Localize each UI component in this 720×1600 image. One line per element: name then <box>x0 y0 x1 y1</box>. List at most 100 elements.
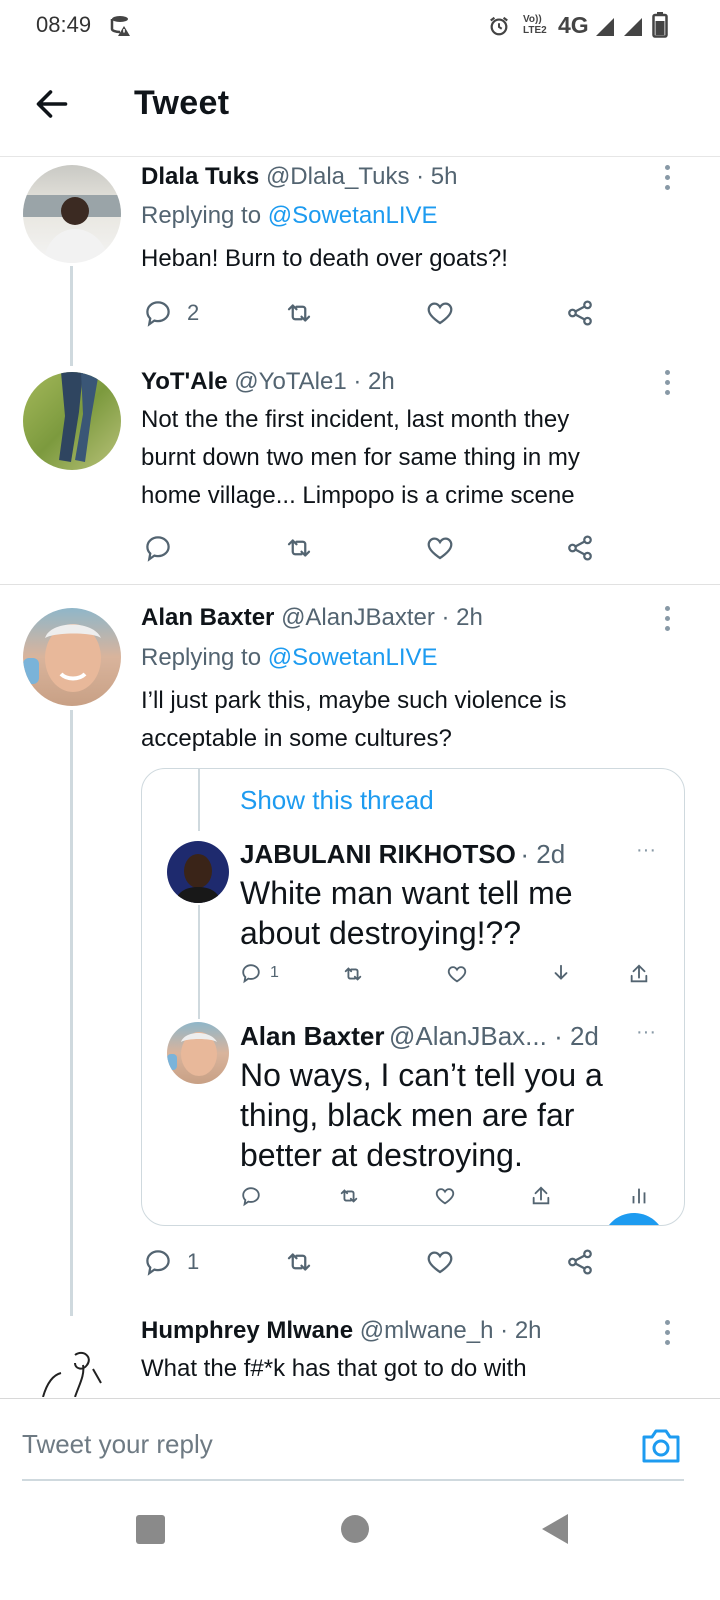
tweet-text-line: about destroying!?? <box>240 915 522 951</box>
reply-icon <box>242 964 260 984</box>
analytics-icon <box>632 1188 646 1204</box>
system-nav-bar <box>0 1482 720 1600</box>
avatar[interactable] <box>23 608 121 706</box>
reply-button[interactable] <box>143 530 173 566</box>
user-handle[interactable]: @Dlala_Tuks <box>266 163 410 190</box>
reply-button[interactable]: 1 <box>143 1244 199 1280</box>
network-type: 4G <box>558 12 589 38</box>
like-button[interactable] <box>425 1244 455 1280</box>
tweet-time: · 2h <box>500 1317 542 1344</box>
retweet-icon <box>287 1253 311 1271</box>
divider <box>0 584 720 585</box>
display-name[interactable]: Alan Baxter <box>141 604 274 631</box>
tweet-text-line: acceptable in some cultures? <box>141 725 452 752</box>
display-name[interactable]: YoT'Ale <box>141 368 228 395</box>
tweet-text: Not the the first incident, last month t… <box>141 401 580 515</box>
reply-icon <box>146 301 170 327</box>
tweet-text-line: thing, black men are far <box>240 1097 575 1133</box>
display-name[interactable]: Humphrey Mlwane <box>141 1317 353 1344</box>
volte-indicator: Vo)) LTE2 <box>523 14 547 36</box>
replying-to-link[interactable]: @SowetanLIVE <box>268 644 438 671</box>
input-underline <box>22 1479 684 1481</box>
tweet-meta: Dlala Tuks @Dlala_Tuks · 5h <box>141 163 458 191</box>
embedded-image[interactable]: Show this thread JABULANI RIKHOTSO · 2d … <box>141 768 685 1226</box>
retweet-button[interactable] <box>284 1244 314 1280</box>
more-options-icon[interactable] <box>665 606 671 636</box>
tweet-time: · 5h <box>416 163 458 190</box>
tweet-text: What the f#*k has that got to do with <box>141 1355 527 1382</box>
thread-connector <box>70 266 73 366</box>
share-icon <box>568 1249 592 1275</box>
avatar <box>167 841 229 903</box>
like-button[interactable] <box>425 530 455 566</box>
tweet-text-line: burnt down two men for same thing in my <box>141 444 580 471</box>
heart-icon <box>435 1188 455 1205</box>
avatar[interactable] <box>23 165 121 263</box>
floating-compose-button <box>602 1213 666 1225</box>
more-options-icon[interactable] <box>665 1320 671 1350</box>
share-button[interactable] <box>565 530 595 566</box>
replying-to: Replying to @SowetanLIVE <box>141 202 438 230</box>
tweet-time: · 2h <box>353 368 395 395</box>
share-icon <box>568 300 592 326</box>
avatar[interactable] <box>23 372 121 470</box>
tweet-time: @AlanJBax... · 2d <box>388 1021 599 1051</box>
retweet-button[interactable] <box>284 295 314 331</box>
page-title: Tweet <box>134 84 230 122</box>
share-up-icon <box>630 964 648 983</box>
reply-icon <box>242 1187 260 1207</box>
tweet-text-line: I’ll just park this, maybe such violence… <box>141 687 567 714</box>
share-button[interactable] <box>565 295 595 331</box>
share-up-icon <box>532 1186 550 1205</box>
back-nav-icon[interactable] <box>540 1512 570 1546</box>
recents-button[interactable] <box>136 1515 165 1544</box>
user-handle[interactable]: @AlanJBaxter <box>281 604 435 631</box>
reply-button[interactable]: 2 <box>143 295 199 331</box>
thread-connector <box>198 905 200 1019</box>
display-name: JABULANI RIKHOTSO <box>240 839 516 869</box>
ellipsis-icon: ··· <box>636 839 656 861</box>
tweet-text: Heban! Burn to death over goats?! <box>141 245 508 272</box>
user-handle[interactable]: @mlwane_h <box>360 1317 494 1344</box>
tweet-meta: Humphrey Mlwane @mlwane_h · 2h <box>141 1317 542 1345</box>
more-options-icon[interactable] <box>665 370 671 400</box>
share-button[interactable] <box>565 1244 595 1280</box>
display-name: Alan Baxter <box>240 1021 385 1051</box>
avatar[interactable] <box>23 1325 121 1397</box>
retweet-button[interactable] <box>284 530 314 566</box>
thread-connector <box>198 769 200 831</box>
download-icon <box>554 964 568 980</box>
retweet-icon <box>287 304 311 322</box>
show-thread-link[interactable]: Show this thread <box>240 785 434 816</box>
share-icon <box>568 535 592 561</box>
retweet-icon <box>287 539 311 557</box>
retweet-icon <box>340 1189 358 1203</box>
tweet-meta: Alan Baxter @AlanJBaxter · 2h <box>141 604 483 632</box>
signal-icon <box>596 18 614 36</box>
top-app-bar: Tweet <box>0 52 720 157</box>
reply-count: 2 <box>187 300 200 325</box>
home-button[interactable] <box>341 1515 369 1543</box>
user-handle[interactable]: @YoTAle1 <box>234 368 346 395</box>
reply-count: 1 <box>187 1249 200 1274</box>
reply-input[interactable]: Tweet your reply <box>22 1429 213 1460</box>
retweet-icon <box>344 967 362 981</box>
reply-icon <box>146 536 170 562</box>
tweet-text-line: Not the the first incident, last month t… <box>141 406 570 433</box>
battery-icon <box>652 12 668 38</box>
ellipsis-icon: ··· <box>636 1021 656 1043</box>
display-name[interactable]: Dlala Tuks <box>141 163 259 190</box>
camera-icon[interactable] <box>640 1425 682 1465</box>
reply-icon <box>146 1250 170 1276</box>
tweet-text: I’ll just park this, maybe such violence… <box>141 682 567 758</box>
replying-to-link[interactable]: @SowetanLIVE <box>268 202 438 229</box>
like-button[interactable] <box>425 295 455 331</box>
more-options-icon[interactable] <box>665 165 671 195</box>
back-arrow-icon[interactable] <box>34 86 70 122</box>
replying-to: Replying to @SowetanLIVE <box>141 644 438 672</box>
thread-connector <box>70 710 73 1316</box>
tweet-text-line: home village... Limpopo is a crime scene <box>141 482 575 509</box>
embedded-tweet-meta: Alan Baxter @AlanJBax... · 2d <box>240 1021 599 1052</box>
tweet-text-line: better at destroying. <box>240 1137 523 1173</box>
replying-to-label: Replying to <box>141 202 268 229</box>
